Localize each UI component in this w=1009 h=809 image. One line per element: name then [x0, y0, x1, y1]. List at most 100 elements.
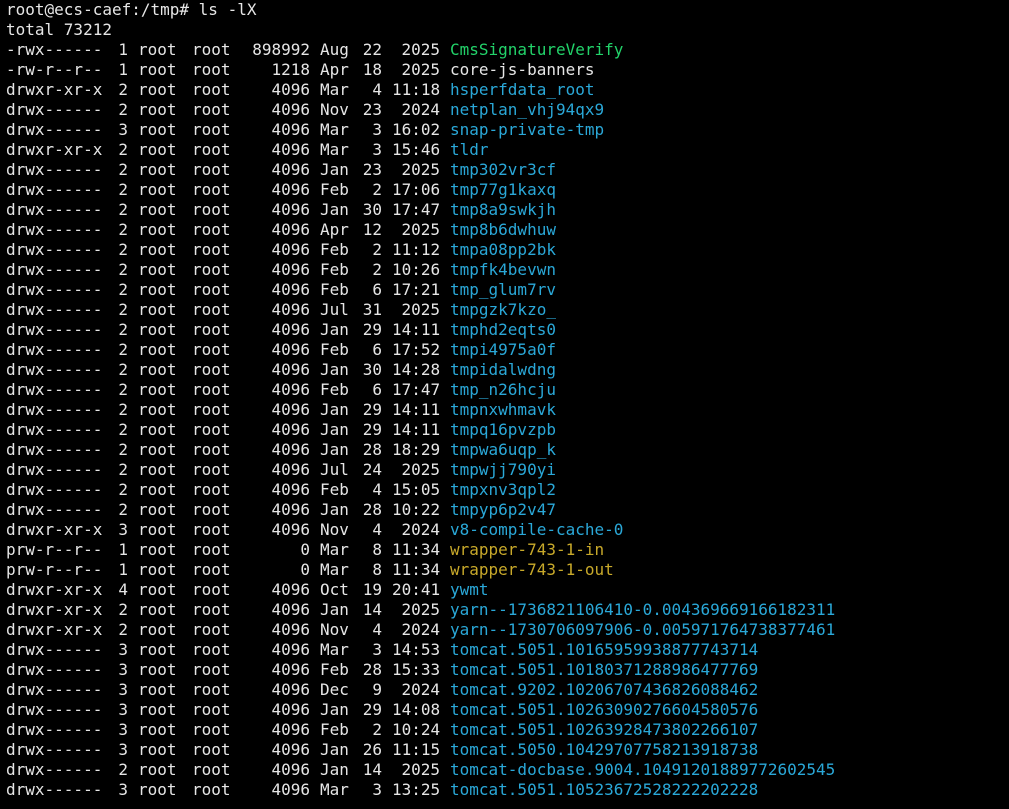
owner-column: root — [138, 160, 177, 179]
month-column: Apr — [320, 220, 349, 239]
time-column: 2025 — [401, 220, 440, 239]
day-column: 3 — [372, 120, 382, 139]
command-text: ls -lX — [198, 0, 257, 19]
permissions-column: drwx------ — [6, 200, 103, 219]
terminal-window[interactable]: root@ecs-caef:/tmp# ls -lX total 73212 -… — [0, 0, 1009, 809]
group-column: root — [192, 280, 231, 299]
month-column: Jan — [320, 760, 349, 779]
group-column: root — [192, 300, 231, 319]
month-column: Jan — [320, 400, 349, 419]
size-column: 0 — [300, 540, 310, 559]
month-column: Jan — [320, 160, 349, 179]
month-column: Feb — [320, 260, 349, 279]
owner-column: root — [138, 140, 177, 159]
size-column: 4096 — [271, 460, 310, 479]
size-column: 4096 — [271, 380, 310, 399]
file-name: tmpidalwdng — [450, 360, 556, 379]
day-column: 28 — [362, 440, 382, 459]
day-column: 30 — [362, 200, 382, 219]
time-column: 15:05 — [392, 480, 441, 499]
time-column: 15:33 — [392, 660, 441, 679]
file-name: tomcat.5051.10523672528222202228 — [450, 780, 759, 799]
day-column: 14 — [362, 760, 382, 779]
time-column: 14:11 — [392, 320, 441, 339]
time-column: 11:34 — [392, 540, 441, 559]
month-column: Oct — [320, 580, 349, 599]
listing-row: prw-r--r-- 1 root root 0 Mar 8 11:34 wrapper-743… — [6, 540, 1009, 560]
link-count-column: 2 — [118, 500, 128, 519]
listing-row: drwx------ 2 root root 4096 Jan 28 10:22 tmpyp6p… — [6, 500, 1009, 520]
day-column: 26 — [362, 740, 382, 759]
file-listing: -rwx------ 1 root root 898992 Aug 22 2025 CmsSig… — [6, 40, 1009, 800]
time-column: 2025 — [401, 300, 440, 319]
permissions-column: drwx------ — [6, 320, 103, 339]
month-column: Jan — [320, 320, 349, 339]
day-column: 8 — [372, 540, 382, 559]
time-column: 11:34 — [392, 560, 441, 579]
listing-row: drwx------ 2 root root 4096 Nov 23 2024 netplan_… — [6, 100, 1009, 120]
link-count-column: 2 — [118, 600, 128, 619]
listing-row: drwxr-xr-x 2 root root 4096 Jan 14 2025 yarn--17… — [6, 600, 1009, 620]
link-count-column: 2 — [118, 320, 128, 339]
file-name: wrapper-743-1-out — [450, 560, 614, 579]
month-column: Nov — [320, 100, 349, 119]
group-column: root — [192, 120, 231, 139]
month-column: Mar — [320, 780, 349, 799]
listing-row: drwxr-xr-x 3 root root 4096 Nov 4 2024 v8-compil… — [6, 520, 1009, 540]
listing-row: drwx------ 2 root root 4096 Jan 23 2025 tmp302vr… — [6, 160, 1009, 180]
owner-column: root — [138, 300, 177, 319]
group-column: root — [192, 720, 231, 739]
group-column: root — [192, 600, 231, 619]
permissions-column: drwx------ — [6, 220, 103, 239]
month-column: Jan — [320, 600, 349, 619]
owner-column: root — [138, 400, 177, 419]
size-column: 4096 — [271, 340, 310, 359]
permissions-column: prw-r--r-- — [6, 540, 103, 559]
file-name: hsperfdata_root — [450, 80, 595, 99]
permissions-column: drwx------ — [6, 740, 103, 759]
group-column: root — [192, 340, 231, 359]
permissions-column: drwx------ — [6, 780, 103, 799]
link-count-column: 2 — [118, 400, 128, 419]
listing-row: drwx------ 3 root root 4096 Jan 29 14:08 tomcat.… — [6, 700, 1009, 720]
time-column: 17:06 — [392, 180, 441, 199]
owner-column: root — [138, 180, 177, 199]
month-column: Nov — [320, 520, 349, 539]
day-column: 31 — [362, 300, 382, 319]
group-column: root — [192, 540, 231, 559]
file-name: netplan_vhj94qx9 — [450, 100, 605, 119]
owner-column: root — [138, 520, 177, 539]
owner-column: root — [138, 120, 177, 139]
permissions-column: drwx------ — [6, 380, 103, 399]
size-column: 4096 — [271, 220, 310, 239]
file-name: yarn--1736821106410-0.004369669166182311 — [450, 600, 836, 619]
month-column: Jan — [320, 700, 349, 719]
link-count-column: 1 — [118, 540, 128, 559]
time-column: 15:46 — [392, 140, 441, 159]
listing-row: drwx------ 2 root root 4096 Jul 24 2025 tmpwjj79… — [6, 460, 1009, 480]
file-name: tomcat.9202.10206707436826088462 — [450, 680, 759, 699]
link-count-column: 2 — [118, 460, 128, 479]
listing-row: drwx------ 2 root root 4096 Feb 6 17:21 tmp_glum… — [6, 280, 1009, 300]
file-name: tomcat.5051.10263928473802266107 — [450, 720, 759, 739]
link-count-column: 3 — [118, 700, 128, 719]
day-column: 4 — [372, 80, 382, 99]
size-column: 4096 — [271, 100, 310, 119]
group-column: root — [192, 140, 231, 159]
command-line: root@ecs-caef:/tmp# ls -lX — [6, 0, 1009, 20]
month-column: Mar — [320, 120, 349, 139]
group-column: root — [192, 700, 231, 719]
size-column: 4096 — [271, 440, 310, 459]
permissions-column: drwx------ — [6, 660, 103, 679]
size-column: 4096 — [271, 480, 310, 499]
day-column: 28 — [362, 660, 382, 679]
owner-column: root — [138, 280, 177, 299]
permissions-column: drwx------ — [6, 700, 103, 719]
size-column: 4096 — [271, 180, 310, 199]
permissions-column: drwx------ — [6, 160, 103, 179]
group-column: root — [192, 360, 231, 379]
owner-column: root — [138, 500, 177, 519]
permissions-column: drwx------ — [6, 240, 103, 259]
permissions-column: drwx------ — [6, 440, 103, 459]
time-column: 13:25 — [392, 780, 441, 799]
